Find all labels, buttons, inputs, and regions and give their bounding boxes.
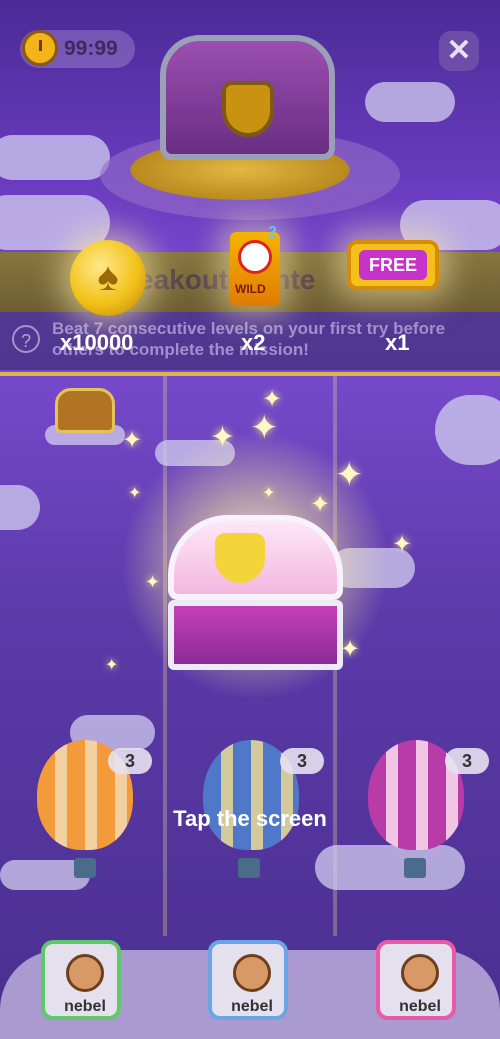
cloud [0, 135, 110, 180]
help-button[interactable]: ? [12, 325, 40, 353]
player-card[interactable]: nebel [208, 940, 288, 1020]
stopwatch-icon [22, 30, 58, 66]
wild-label: WILD [235, 282, 266, 296]
sparkle-icon: ✦ [128, 485, 142, 502]
sparkle-icon: ✦ [122, 427, 143, 454]
sparkle-icon: ✦ [262, 485, 276, 502]
cloud [315, 845, 465, 890]
close-button[interactable]: ✕ [439, 31, 479, 71]
cloud [435, 395, 500, 465]
balloon-count: 3 [280, 748, 324, 774]
player-card[interactable]: nebel [376, 940, 456, 1020]
reward-quantity-free: x1 [385, 330, 410, 355]
wild-card-icon: WILD 2 [230, 224, 280, 306]
avatar [233, 954, 271, 992]
sparkle-icon: ✦ [145, 572, 161, 592]
sparkle-icon: ✦ [210, 421, 236, 454]
sparkle-icon: ✦ [335, 456, 364, 494]
free-ticket-icon: FREE [347, 240, 439, 290]
balloon-count: 3 [445, 748, 489, 774]
close-icon: ✕ [446, 34, 472, 67]
sparkle-icon: ✦ [340, 636, 361, 663]
mission-title: eakout Conte [138, 264, 316, 295]
balloon-count: 3 [108, 748, 152, 774]
timer: 99:99 [20, 30, 135, 68]
balloon-basket [74, 858, 96, 878]
avatar [401, 954, 439, 992]
player-name: nebel [64, 998, 106, 1015]
treasure-chest-large [160, 35, 335, 160]
wild-badge: 2 [268, 224, 277, 241]
reward-quantity-wild: x2 [241, 330, 266, 355]
shield-icon [215, 533, 265, 583]
player-card[interactable]: nebel [41, 940, 121, 1020]
player-name: nebel [231, 998, 273, 1015]
timer-value: 99:99 [64, 37, 118, 60]
balloon-basket [404, 858, 426, 878]
sparkle-icon: ✦ [310, 491, 331, 518]
free-label: FREE [359, 250, 427, 280]
cloud [365, 82, 455, 122]
shield-icon [222, 81, 274, 137]
coin-icon: ♠ [70, 240, 146, 316]
sparkle-icon: ✦ [105, 657, 119, 674]
pink-chest[interactable] [168, 600, 343, 670]
jester-icon [238, 240, 272, 274]
small-chest-icon [55, 388, 115, 433]
sparkle-icon: ✦ [392, 531, 413, 558]
balloon-basket [238, 858, 260, 878]
divider [0, 372, 500, 376]
player-name: nebel [399, 998, 441, 1015]
avatar [66, 954, 104, 992]
sparkle-icon: ✦ [250, 409, 279, 447]
tap-prompt: Tap the screen [173, 806, 327, 831]
reward-quantity-coins: x10000 [60, 330, 134, 355]
cloud [0, 485, 40, 530]
